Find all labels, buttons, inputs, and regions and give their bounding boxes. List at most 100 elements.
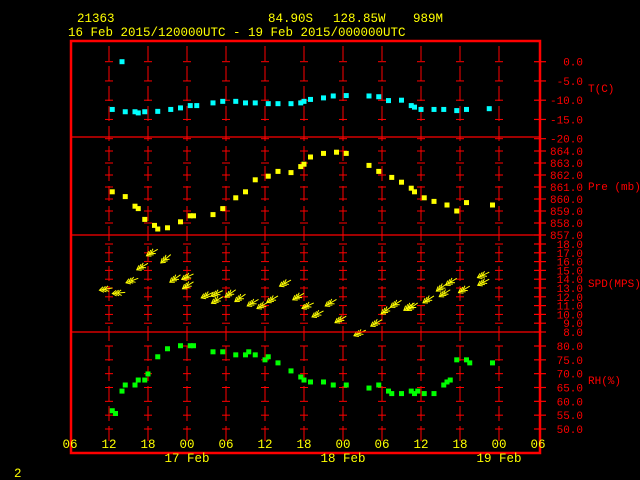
wind-arrow [234,293,246,303]
wind-arrow [111,289,126,297]
temp-point [142,109,148,115]
temp-point [265,101,271,107]
x-tick-label: 06 [374,438,389,452]
temp-point [386,98,391,104]
rh-point [132,382,138,388]
pressure-point [343,150,349,156]
pressure-point [376,168,382,174]
temp-point [233,98,239,104]
y-tick-label: 75.0 [557,356,583,368]
page-number: 2 [14,467,22,480]
station-elevation: 989M [413,12,443,26]
rh-point [330,382,336,388]
rh-point [490,360,495,366]
x-tick-label: 18 [296,438,311,452]
y-tick-label: 80.0 [557,342,583,354]
wind-arrow [181,281,194,290]
meteogram-chart: 21363 84.90S 128.85W 989M 16 Feb 2015/12… [14,12,640,480]
rh-point [265,354,271,360]
wind-arrow [278,279,292,288]
rh-point [288,368,294,374]
pressure-point [444,202,450,208]
temp-point [330,93,336,99]
temp-point [122,109,128,115]
temp-point [135,110,141,116]
x-tick-label: 18 [140,438,155,452]
rh-point [155,354,161,360]
pressure-point [454,208,460,214]
wind-arrow [311,309,324,319]
rh-point [431,391,437,397]
rh-point [252,352,258,358]
pressure-point [243,189,248,195]
wind-arrow [135,262,149,271]
rh-point [119,388,125,394]
pressure-point [288,170,294,176]
pressure-point [220,206,226,212]
panel-label-rh: RH(%) [588,376,621,388]
rh-point [233,352,239,358]
wind-arrow [334,315,347,324]
wind-arrow [406,302,419,311]
wind-arrow [353,329,366,338]
temp-point [399,97,404,103]
x-date-label: 18 Feb [320,452,365,466]
x-tick-label: 00 [335,438,350,452]
pressure-point [178,219,183,225]
pressure-point [412,189,417,195]
temp-point [454,108,460,114]
pressure-point [321,150,326,156]
temp-point [220,98,226,104]
panel-label-temp: T(C) [588,84,614,96]
temp-point [109,106,115,112]
pressure-point [464,200,469,206]
rh-point [220,349,226,355]
rh-point [308,379,313,385]
temp-point [187,103,193,109]
rh-point [321,379,326,385]
rh-point [399,391,404,397]
temp-point [431,106,437,112]
pressure-point [155,226,161,232]
pressure-point [252,177,258,183]
rh-point [210,349,216,355]
wind-arrow [324,298,337,307]
y-tick-label: 0.0 [563,58,583,70]
x-tick-label: 12 [257,438,272,452]
x-tick-label: 18 [452,438,467,452]
panel-label-wind: SPD(MPS) [588,279,640,291]
rh-point [366,385,372,391]
y-tick-label: 859.0 [550,207,583,219]
y-tick-label: -20.0 [550,135,583,147]
x-tick-label: 06 [530,438,545,452]
rh-point [135,377,141,383]
pressure-point [366,162,372,168]
rh-point [142,377,148,383]
temp-point [288,101,294,107]
x-date-label: 17 Feb [164,452,209,466]
wind-arrow [125,276,139,285]
y-tick-label: 858.0 [550,219,583,231]
station-latitude: 84.90S [268,12,313,26]
rh-point [191,343,196,349]
pressure-point [389,174,395,180]
rh-point [145,371,151,377]
temp-point [243,100,248,106]
y-tick-label: -15.0 [550,115,583,127]
wind-arrow [210,296,223,305]
y-tick-label: 70.0 [557,370,583,382]
rh-point [421,391,427,397]
temp-point [418,106,424,112]
wind-arrow [476,278,490,287]
y-tick-label: 860.0 [550,195,583,207]
rh-point [165,346,170,352]
pressure-point [165,225,170,231]
temp-point [210,100,216,106]
pressure-point [142,216,148,222]
y-tick-label: 55.0 [557,411,583,423]
pressure-point [308,154,313,160]
temp-point [321,95,326,101]
temp-point [178,105,183,111]
wind-arrow [444,277,458,286]
y-tick-label: 864.0 [550,147,583,159]
